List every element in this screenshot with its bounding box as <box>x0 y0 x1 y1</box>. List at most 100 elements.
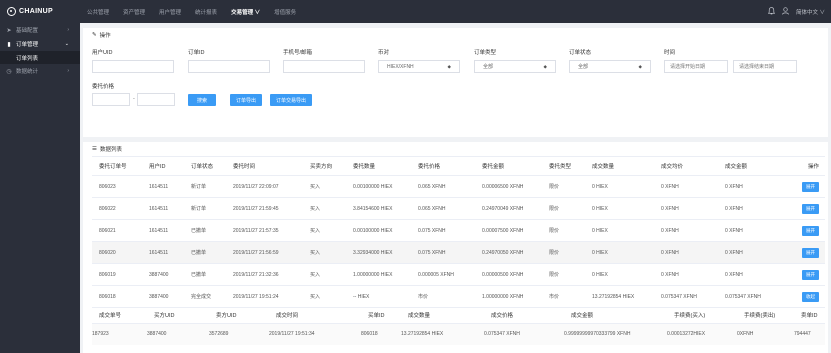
detail-column-header: 手续费(卖出) <box>737 308 794 324</box>
table-row: 806023 1614511 新订单 2019/11/27 22:09:07 买… <box>92 175 825 198</box>
filter-panel: ✎ 操作 用户UID 订单ID 手机号/邮箱 币对 HIEX/XFNH ◆ 订单… <box>83 28 828 137</box>
expand-button[interactable]: 展开 <box>802 269 819 280</box>
cell-side: 买入 <box>303 285 346 308</box>
topnav-users[interactable]: 用户管理 <box>152 0 188 23</box>
pair-select[interactable]: HIEX/XFNH ◆ <box>378 60 460 73</box>
top-bar: CHAINUP 公共管理 资产管理 用户管理 统计报表 交易管理 ∨ 增值服务 … <box>0 0 831 23</box>
cell-trade-id: 187923 <box>92 323 147 345</box>
cell-type: 限价 <box>542 197 585 220</box>
collapse-button[interactable]: 收起 <box>802 291 819 302</box>
cell-deal-volume: 0 HIEX <box>585 219 654 242</box>
detail-column-header: 成交价格 <box>484 308 564 324</box>
cell-price: 0.000005 XFNH <box>411 263 475 286</box>
phone-label: 手机号/邮箱 <box>283 50 313 56</box>
column-header: 委托价格 <box>411 156 475 176</box>
chainup-logo-icon <box>7 7 16 16</box>
chevron-right-icon: › <box>67 68 69 74</box>
sidebar-item-basic-config[interactable]: ➤ 基础配置 › <box>0 23 80 37</box>
expand-button[interactable]: 展开 <box>802 225 819 236</box>
sidebar-item-label: 数据统计 <box>16 69 39 75</box>
cell-type: 限价 <box>542 263 585 286</box>
cell-type: 限价 <box>542 175 585 198</box>
filter-panel-title: ✎ 操作 <box>92 32 111 39</box>
cell-trade-time: 2019/11/27 19:51:34 <box>269 323 361 345</box>
cell-order-id: 806023 <box>92 175 142 198</box>
detail-column-header: 成交金额 <box>564 308 667 324</box>
sidebar-subitem-order-list[interactable]: 订单列表 <box>0 51 80 64</box>
cell-time: 2019/11/27 21:32:36 <box>226 263 303 286</box>
column-header: 委托数量 <box>346 156 411 176</box>
expand-button[interactable]: 展开 <box>802 203 819 214</box>
top-right: 简体中文 ∨ <box>767 6 831 17</box>
price-label: 委托价格 <box>92 84 115 90</box>
table-row: 806019 3887400 已撤单 2019/11/27 21:32:36 买… <box>92 263 825 286</box>
column-header: 委托类型 <box>542 156 585 176</box>
detail-header-row: 成交单号 买方UID 卖方UID 成交时间 买单ID 成交数量 成交价格 成交金… <box>92 308 825 324</box>
user-icon[interactable] <box>782 6 789 17</box>
sidebar-item-statistics[interactable]: ◷ 数据统计 › <box>0 64 80 78</box>
cell-side: 买入 <box>303 263 346 286</box>
cell-deal-volume: 0 HIEX <box>585 241 654 264</box>
cell-trade-amount: 0.99999999970333799 XFNH <box>564 323 667 345</box>
price-max-input[interactable] <box>137 93 175 106</box>
topnav-reports[interactable]: 统计报表 <box>188 0 224 23</box>
cell-side: 买入 <box>303 175 346 198</box>
chart-icon: ▮ <box>7 41 11 48</box>
column-header: 买卖方向 <box>303 156 346 176</box>
cell-amount: 1.00000000 XFNH <box>475 285 542 308</box>
column-header: 委托金额 <box>475 156 542 176</box>
cell-user-id: 3887400 <box>142 285 184 308</box>
expand-button[interactable]: 展开 <box>802 247 819 258</box>
cell-volume: -- HIEX <box>346 285 411 308</box>
topnav-trading[interactable]: 交易管理 ∨ <box>224 0 267 23</box>
expand-button[interactable]: 展开 <box>802 181 819 192</box>
column-header: 订单状态 <box>184 156 226 176</box>
cell-order-id: 806021 <box>92 219 142 242</box>
cell-deal-amount: 0 XFNH <box>718 197 790 220</box>
end-date-input[interactable] <box>733 60 797 73</box>
detail-row: 成交单号 买方UID 卖方UID 成交时间 买单ID 成交数量 成交价格 成交金… <box>92 308 825 345</box>
order-type-select[interactable]: 全部 ◆ <box>474 60 556 73</box>
export-trades-button[interactable]: 订单交易导出 <box>270 94 312 106</box>
cell-time: 2019/11/27 21:59:45 <box>226 197 303 220</box>
cell-volume: 0.00100000 HIEX <box>346 219 411 242</box>
order-status-select[interactable]: 全部 ◆ <box>569 60 651 73</box>
cell-deal-volume: 0 HIEX <box>585 175 654 198</box>
bell-icon[interactable] <box>767 6 776 17</box>
cell-amount: 0.24970049 XFNH <box>475 197 542 220</box>
cell-side: 买入 <box>303 219 346 242</box>
send-icon: ➤ <box>6 27 12 34</box>
language-select[interactable]: 简体中文 ∨ <box>796 8 825 16</box>
cell-fee-buy: 0.00013272HIEX <box>667 323 737 345</box>
price-separator: - <box>133 96 135 102</box>
logo: CHAINUP <box>0 7 80 16</box>
phone-email-input[interactable] <box>283 60 365 73</box>
column-header: 成交数量 <box>585 156 654 176</box>
cell-amount: 0.00000500 XFNH <box>475 263 542 286</box>
cell-avg-price: 0 XFNH <box>654 219 718 242</box>
export-orders-button[interactable]: 订单导出 <box>230 94 262 106</box>
cell-amount: 0.24970050 XFNH <box>475 241 542 264</box>
cell-user-id: 3887400 <box>142 263 184 286</box>
cell-price: 0.065 XFNH <box>411 197 475 220</box>
topnav-assets[interactable]: 资产管理 <box>116 0 152 23</box>
top-nav: 公共管理 资产管理 用户管理 统计报表 交易管理 ∨ 增值服务 <box>80 0 303 23</box>
cell-side: 买入 <box>303 197 346 220</box>
clock-icon: ◷ <box>6 68 12 75</box>
start-date-input[interactable] <box>664 60 728 73</box>
order-id-input[interactable] <box>188 60 270 73</box>
topnav-services[interactable]: 增值服务 <box>267 0 303 23</box>
filter-form: 用户UID 订单ID 手机号/邮箱 币对 HIEX/XFNH ◆ 订单类型 全部… <box>83 42 828 137</box>
cell-deal-amount: 0 XFNH <box>718 241 790 264</box>
cell-avg-price: 0 XFNH <box>654 241 718 264</box>
uid-input[interactable] <box>92 60 174 73</box>
cell-status: 已撤单 <box>184 219 226 242</box>
detail-column-header: 成交数量 <box>401 308 484 324</box>
sidebar-item-order-management[interactable]: ▮ 订单管理 ⌄ <box>0 37 80 51</box>
search-button[interactable]: 搜索 <box>188 94 216 106</box>
topnav-public[interactable]: 公共管理 <box>80 0 116 23</box>
column-header: 委托时间 <box>226 156 303 176</box>
cell-type: 限价 <box>542 219 585 242</box>
price-min-input[interactable] <box>92 93 130 106</box>
cell-avg-price: 0 XFNH <box>654 175 718 198</box>
